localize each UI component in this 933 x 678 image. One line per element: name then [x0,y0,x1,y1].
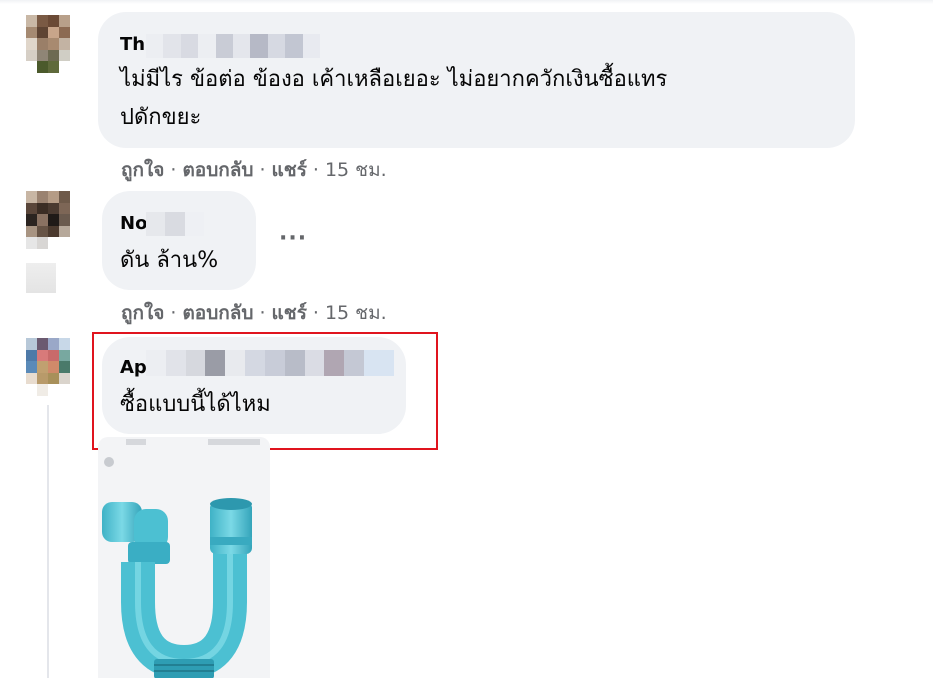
like-button[interactable]: ถูกใจ [121,159,164,181]
avatar-shadow [26,263,56,293]
comment-actions: ถูกใจ · ตอบกลับ · แชร์ · 15 ชม. [121,159,387,181]
redacted-name [146,212,204,236]
comment-author[interactable]: No [120,213,147,234]
reply-button[interactable]: ตอบกลับ [182,302,253,324]
top-divider [0,0,933,4]
share-button[interactable]: แชร์ [272,159,307,181]
close-icon [104,457,114,467]
timestamp[interactable]: 15 ชม. [325,302,387,324]
reply-button[interactable]: ตอบกลับ [182,159,253,181]
pvc-p-trap-photo [102,498,252,678]
image-caption-blur [126,439,146,445]
attached-image[interactable] [98,437,270,678]
avatar[interactable] [26,15,70,73]
reply-thread-line [47,405,49,678]
avatar[interactable] [26,191,70,249]
highlight-annotation [92,332,438,450]
comment-actions: ถูกใจ · ตอบกลับ · แชร์ · 15 ชม. [121,302,387,324]
image-caption-blur [208,439,260,445]
redacted-name [146,34,320,58]
comment-text: ไม่มีไร ข้อต่อ ข้องอ เค้าเหลือเยอะ ไม่อย… [120,67,668,130]
share-button[interactable]: แชร์ [272,302,307,324]
comment-author[interactable]: Th [120,34,145,55]
more-options-icon[interactable]: ··· [279,226,307,251]
timestamp[interactable]: 15 ชม. [325,159,387,181]
avatar[interactable] [26,338,70,396]
comment-text: ดัน ล้าน% [120,248,219,273]
like-button[interactable]: ถูกใจ [121,302,164,324]
